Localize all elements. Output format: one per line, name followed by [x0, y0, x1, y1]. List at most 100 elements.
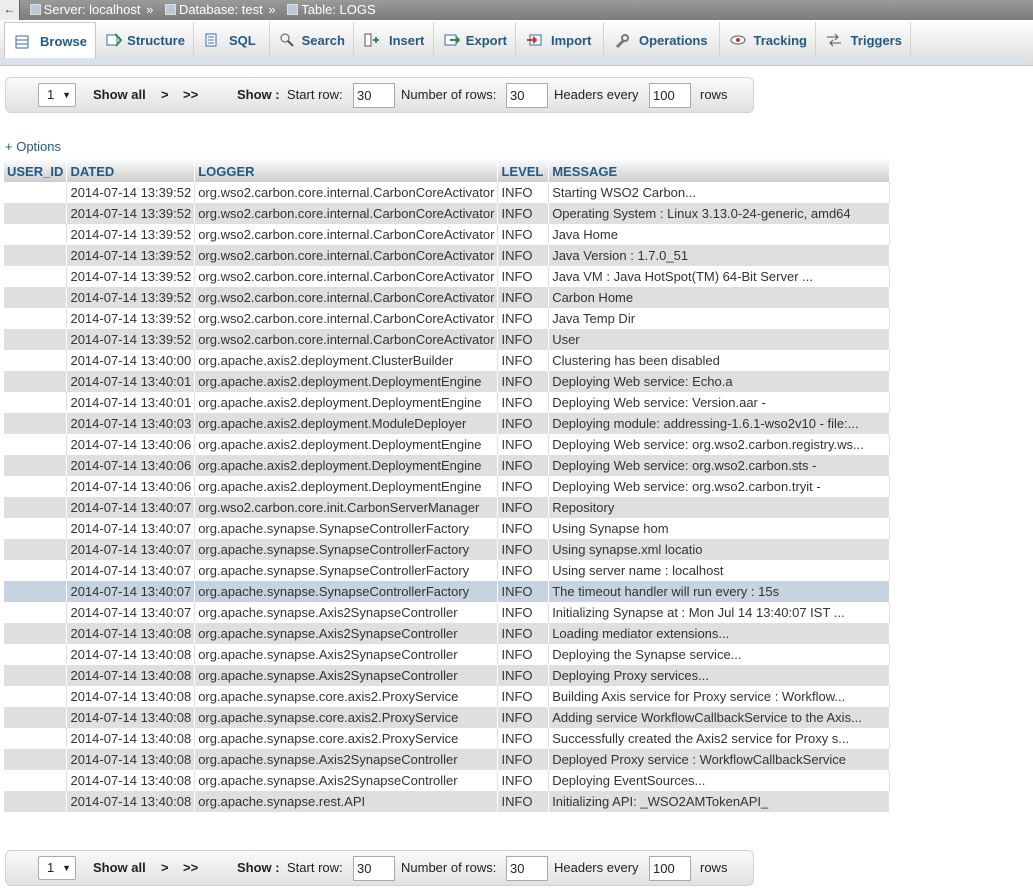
page-select[interactable]: 1 ▼ [38, 83, 76, 107]
show-all-button[interactable]: Show all [93, 87, 146, 102]
table-row[interactable]: 2014-07-14 13:40:08 org.apache.synapse.Ax… [4, 623, 890, 644]
table-row[interactable]: 2014-07-14 13:40:08 org.apache.synapse.re… [4, 791, 890, 812]
table-row[interactable]: 2014-07-14 13:39:52 org.wso2.carbon.core.… [4, 224, 890, 245]
tab-bar: Browse Structure SQL Search Insert Expor… [0, 20, 1033, 66]
headers-every-input[interactable]: 100 [649, 856, 691, 881]
cell-message: Using synapse.xml locatio [548, 539, 890, 560]
options-link[interactable]: + Options [5, 139, 61, 154]
column-header-dated[interactable]: DATED [66, 158, 196, 182]
tab-sql[interactable]: SQL [194, 22, 270, 58]
cell-logger: org.apache.synapse.SynapseControllerFact… [194, 539, 499, 560]
cell-user-id [4, 791, 68, 812]
tab-operations[interactable]: Operations [604, 22, 720, 58]
tab-search[interactable]: Search [270, 22, 354, 58]
back-arrow-icon[interactable]: ← [0, 0, 20, 20]
headers-every-input[interactable]: 100 [649, 83, 691, 108]
cell-level: INFO [497, 581, 550, 602]
tab-insert[interactable]: Insert [354, 22, 434, 58]
table-row[interactable]: 2014-07-14 13:40:08 org.apache.synapse.co… [4, 686, 890, 707]
cell-dated: 2014-07-14 13:39:52 [66, 266, 196, 287]
num-rows-input[interactable]: 30 [506, 856, 548, 881]
table-row[interactable]: 2014-07-14 13:40:07 org.wso2.carbon.core.… [4, 497, 890, 518]
cell-logger: org.apache.synapse.core.axis2.ProxyServi… [194, 728, 499, 749]
table-row[interactable]: 2014-07-14 13:40:08 org.apache.synapse.Ax… [4, 665, 890, 686]
table-row[interactable]: 2014-07-14 13:39:52 org.wso2.carbon.core.… [4, 266, 890, 287]
cell-message: Using Synapse hom [548, 518, 890, 539]
table-row[interactable]: 2014-07-14 13:39:52 org.wso2.carbon.core.… [4, 287, 890, 308]
last-page-button[interactable]: >> [183, 87, 198, 102]
table-row[interactable]: 2014-07-14 13:39:52 org.wso2.carbon.core.… [4, 203, 890, 224]
table-row[interactable]: 2014-07-14 13:40:08 org.apache.synapse.Ax… [4, 770, 890, 791]
table-row[interactable]: 2014-07-14 13:40:08 org.apache.synapse.co… [4, 707, 890, 728]
table-row[interactable]: 2014-07-14 13:40:08 org.apache.synapse.Ax… [4, 749, 890, 770]
cell-user-id [4, 287, 68, 308]
headers-every-label: Headers every [554, 860, 639, 875]
cell-logger: org.apache.synapse.Axis2SynapseControlle… [194, 644, 499, 665]
next-page-button[interactable]: > [161, 87, 169, 102]
cell-dated: 2014-07-14 13:40:08 [66, 728, 196, 749]
column-header-user-id[interactable]: USER_ID [4, 158, 68, 182]
server-icon [29, 4, 41, 15]
table-row[interactable]: 2014-07-14 13:40:07 org.apache.synapse.Sy… [4, 560, 890, 581]
cell-user-id [4, 749, 68, 770]
cell-level: INFO [497, 308, 550, 329]
column-header-message[interactable]: MESSAGE [548, 158, 890, 182]
triggers-icon [826, 33, 842, 47]
cell-dated: 2014-07-14 13:39:52 [66, 287, 196, 308]
cell-user-id [4, 455, 68, 476]
tab-import[interactable]: Import [516, 22, 604, 58]
page-select[interactable]: 1 ▼ [38, 856, 76, 880]
table-row[interactable]: 2014-07-14 13:40:08 org.apache.synapse.Ax… [4, 644, 890, 665]
cell-message: Deploying Web service: org.wso2.carbon.t… [548, 476, 890, 497]
breadcrumb-table[interactable]: Table: LOGS [287, 0, 376, 19]
cell-level: INFO [497, 686, 550, 707]
next-page-button[interactable]: > [161, 860, 169, 875]
table-row[interactable]: 2014-07-14 13:39:52 org.wso2.carbon.core.… [4, 308, 890, 329]
tab-export[interactable]: Export [434, 22, 516, 58]
show-all-button[interactable]: Show all [93, 860, 146, 875]
table-row[interactable]: 2014-07-14 13:40:07 org.apache.synapse.Sy… [4, 518, 890, 539]
table-row[interactable]: 2014-07-14 13:40:00 org.apache.axis2.depl… [4, 350, 890, 371]
table-row[interactable]: 2014-07-14 13:40:01 org.apache.axis2.depl… [4, 392, 890, 413]
tab-underline [4, 58, 1029, 64]
start-row-input[interactable]: 30 [353, 83, 395, 108]
table-row[interactable]: 2014-07-14 13:40:07 org.apache.synapse.Sy… [4, 581, 890, 602]
tab-triggers[interactable]: Triggers [816, 22, 911, 58]
tab-tracking[interactable]: Tracking [720, 22, 816, 58]
structure-icon [106, 33, 122, 47]
breadcrumb-database[interactable]: Database: test [164, 0, 263, 19]
cell-dated: 2014-07-14 13:40:07 [66, 497, 196, 518]
page-select-value: 1 [47, 860, 55, 875]
table-row[interactable]: 2014-07-14 13:40:06 org.apache.axis2.depl… [4, 434, 890, 455]
table-row[interactable]: 2014-07-14 13:40:03 org.apache.axis2.depl… [4, 413, 890, 434]
tab-browse[interactable]: Browse [4, 22, 96, 60]
cell-message: Successfully created the Axis2 service f… [548, 728, 890, 749]
cell-dated: 2014-07-14 13:40:08 [66, 749, 196, 770]
cell-level: INFO [497, 665, 550, 686]
table-row[interactable]: 2014-07-14 13:39:52 org.wso2.carbon.core.… [4, 182, 890, 203]
last-page-button[interactable]: >> [183, 860, 198, 875]
breadcrumb-server[interactable]: Server: localhost [29, 0, 140, 19]
column-header-logger[interactable]: LOGGER [194, 158, 499, 182]
table-row[interactable]: 2014-07-14 13:40:07 org.apache.synapse.Sy… [4, 539, 890, 560]
table-row[interactable]: 2014-07-14 13:40:08 org.apache.synapse.co… [4, 728, 890, 749]
table-row[interactable]: 2014-07-14 13:40:06 org.apache.axis2.depl… [4, 455, 890, 476]
table-row[interactable]: 2014-07-14 13:39:52 org.wso2.carbon.core.… [4, 329, 890, 350]
table-row[interactable]: 2014-07-14 13:39:52 org.wso2.carbon.core.… [4, 245, 890, 266]
cell-logger: org.wso2.carbon.core.internal.CarbonCore… [194, 203, 499, 224]
table-row[interactable]: 2014-07-14 13:40:01 org.apache.axis2.depl… [4, 371, 890, 392]
table-row[interactable]: 2014-07-14 13:40:07 org.apache.synapse.Ax… [4, 602, 890, 623]
cell-message: The timeout handler will run every : 15s [548, 581, 890, 602]
table-row[interactable]: 2014-07-14 13:40:06 org.apache.axis2.depl… [4, 476, 890, 497]
cell-message: Deploying Web service: Echo.a [548, 371, 890, 392]
cell-logger: org.apache.axis2.deployment.DeploymentEn… [194, 476, 499, 497]
cell-user-id [4, 518, 68, 539]
start-row-input[interactable]: 30 [353, 856, 395, 881]
tab-label: Triggers [850, 32, 902, 48]
column-header-level[interactable]: LEVEL [497, 158, 550, 182]
tab-structure[interactable]: Structure [96, 22, 194, 58]
cell-message: Java Home [548, 224, 890, 245]
num-rows-input[interactable]: 30 [506, 83, 548, 108]
cell-logger: org.apache.synapse.Axis2SynapseControlle… [194, 602, 499, 623]
cell-logger: org.apache.synapse.rest.API [194, 791, 499, 812]
